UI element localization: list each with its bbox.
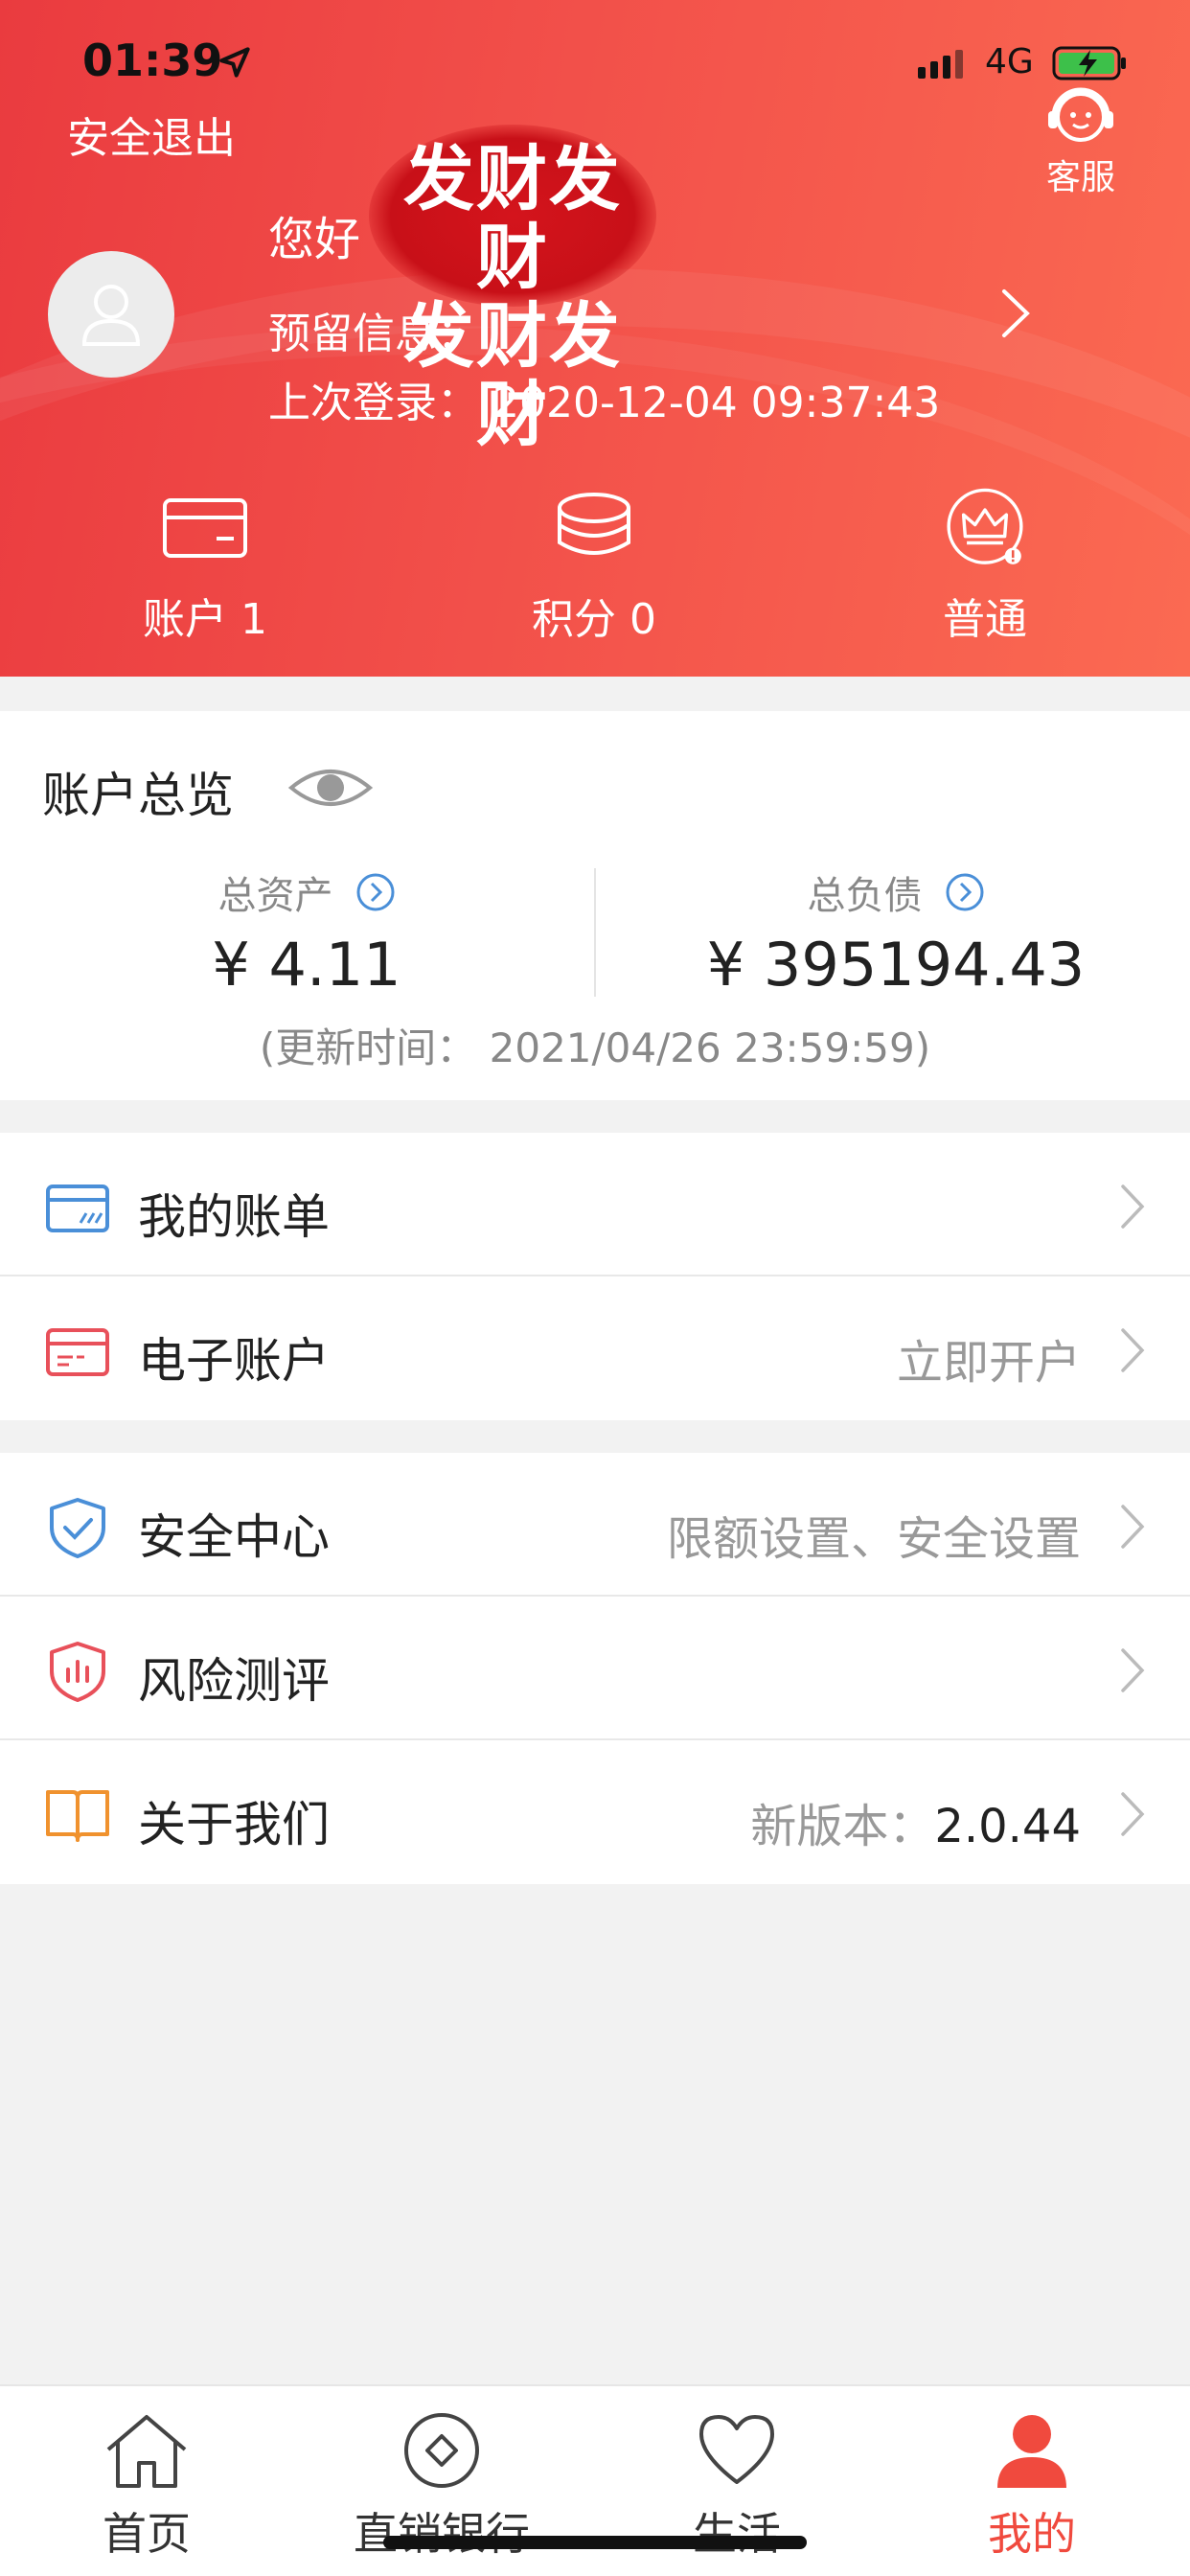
chevron-right-icon — [1121, 1648, 1145, 1692]
chevron-right-icon — [1121, 1328, 1145, 1372]
bill-card-icon — [46, 1184, 109, 1232]
menu-item-label: 安全中心 — [138, 1509, 330, 1565]
menu-item-label: 我的账单 — [138, 1189, 330, 1245]
person-icon — [997, 2415, 1066, 2488]
location-arrow-icon — [219, 47, 250, 78]
total-liabilities[interactable]: 总负债 ¥ 395194.43 — [628, 864, 1164, 1000]
member-level-label: 普通 — [943, 595, 1027, 644]
home-icon — [106, 2415, 187, 2488]
tab-home[interactable]: 首页 — [27, 2411, 266, 2563]
menu-item-label: 风险测评 — [138, 1653, 330, 1709]
greeting-text: 您好 — [268, 213, 361, 266]
menu-item-security-center[interactable]: 安全中心 限额设置、安全设置 — [0, 1453, 1190, 1597]
shield-chart-icon — [50, 1642, 105, 1702]
menu-item-my-bills[interactable]: 我的账单 — [0, 1133, 1190, 1276]
menu-group-accounts: 我的账单 电子账户 立即开户 — [0, 1133, 1190, 1420]
menu-item-label: 关于我们 — [138, 1797, 330, 1852]
diamond-circle-icon — [404, 2413, 479, 2488]
heart-icon — [699, 2415, 774, 2484]
e-account-icon — [46, 1328, 109, 1376]
status-time: 01:39 — [82, 34, 223, 86]
shield-check-icon — [50, 1498, 105, 1558]
chevron-right-icon — [1121, 1184, 1145, 1229]
menu-item-risk-assessment[interactable]: 风险测评 — [0, 1597, 1190, 1740]
chevron-circle-icon[interactable] — [355, 872, 396, 912]
battery-charging-icon — [1052, 46, 1126, 80]
card-icon — [163, 498, 247, 558]
network-type: 4G — [985, 42, 1034, 81]
menu-item-e-account[interactable]: 电子账户 立即开户 — [0, 1276, 1190, 1420]
tab-mine[interactable]: 我的 — [912, 2411, 1152, 2563]
total-assets-label: 总资产 — [217, 874, 333, 918]
accounts-stat-label: 账户 1 — [143, 595, 267, 644]
account-overview: 账户总览 总资产 ¥ 4.11 总负债 ¥ 395194.43 (更新时间： 2… — [0, 711, 1190, 1100]
member-level-stat[interactable]: 普通 — [860, 487, 1110, 646]
signal-icon — [918, 50, 963, 79]
logout-button[interactable]: 安全退出 — [67, 104, 236, 165]
last-login: 上次登录： 2020-12-04 09:37:43 — [268, 379, 941, 427]
menu-item-about-us[interactable]: 关于我们 新版本：2.0.44 — [0, 1740, 1190, 1884]
service-label: 客服 — [1045, 158, 1115, 197]
menu-group-settings: 安全中心 限额设置、安全设置 风险测评 关于我们 新版本：2.0.44 — [0, 1453, 1190, 1884]
crown-icon — [947, 488, 1023, 564]
reserved-info: 预留信息： — [268, 310, 479, 358]
chevron-right-icon — [1121, 1505, 1145, 1549]
profile-header: 01:39 4G 安全退出 客服 您好 发财发财 发财发财 预留信息： 上次登录… — [0, 0, 1190, 677]
points-stat-label: 积分 0 — [532, 595, 656, 644]
open-account-link[interactable]: 立即开户 — [897, 1324, 1081, 1392]
user-icon — [81, 285, 141, 346]
chevron-circle-icon[interactable] — [945, 872, 985, 912]
tab-label: 首页 — [103, 2508, 191, 2560]
divider — [594, 868, 596, 997]
coins-icon — [558, 493, 630, 555]
total-assets[interactable]: 总资产 ¥ 4.11 — [38, 864, 575, 1000]
home-indicator — [383, 2536, 807, 2549]
total-liabilities-value: ¥ 395194.43 — [706, 930, 1086, 1000]
chevron-right-icon — [1121, 1792, 1145, 1836]
headset-agent-icon — [1048, 87, 1113, 142]
points-stat[interactable]: 积分 0 — [469, 487, 719, 646]
tab-label: 直销银行 — [354, 2508, 530, 2560]
overview-title: 账户总览 — [42, 768, 234, 823]
accounts-stat[interactable]: 账户 1 — [80, 487, 330, 646]
book-icon — [46, 1790, 109, 1842]
chevron-right-icon[interactable] — [996, 286, 1035, 341]
eye-icon[interactable] — [287, 761, 374, 815]
version-info: 新版本：2.0.44 — [750, 1800, 1081, 1853]
menu-item-label: 电子账户 — [138, 1333, 330, 1389]
tab-label: 生活 — [693, 2508, 781, 2560]
avatar[interactable] — [48, 251, 174, 378]
security-hint: 限额设置、安全设置 — [666, 1512, 1081, 1566]
update-time: (更新时间： 2021/04/26 23:59:59) — [259, 1024, 931, 1071]
tab-label: 我的 — [988, 2508, 1076, 2560]
total-assets-value: ¥ 4.11 — [212, 930, 401, 1000]
total-liabilities-label: 总负债 — [807, 874, 923, 918]
customer-service-button[interactable]: 客服 — [1041, 84, 1121, 199]
